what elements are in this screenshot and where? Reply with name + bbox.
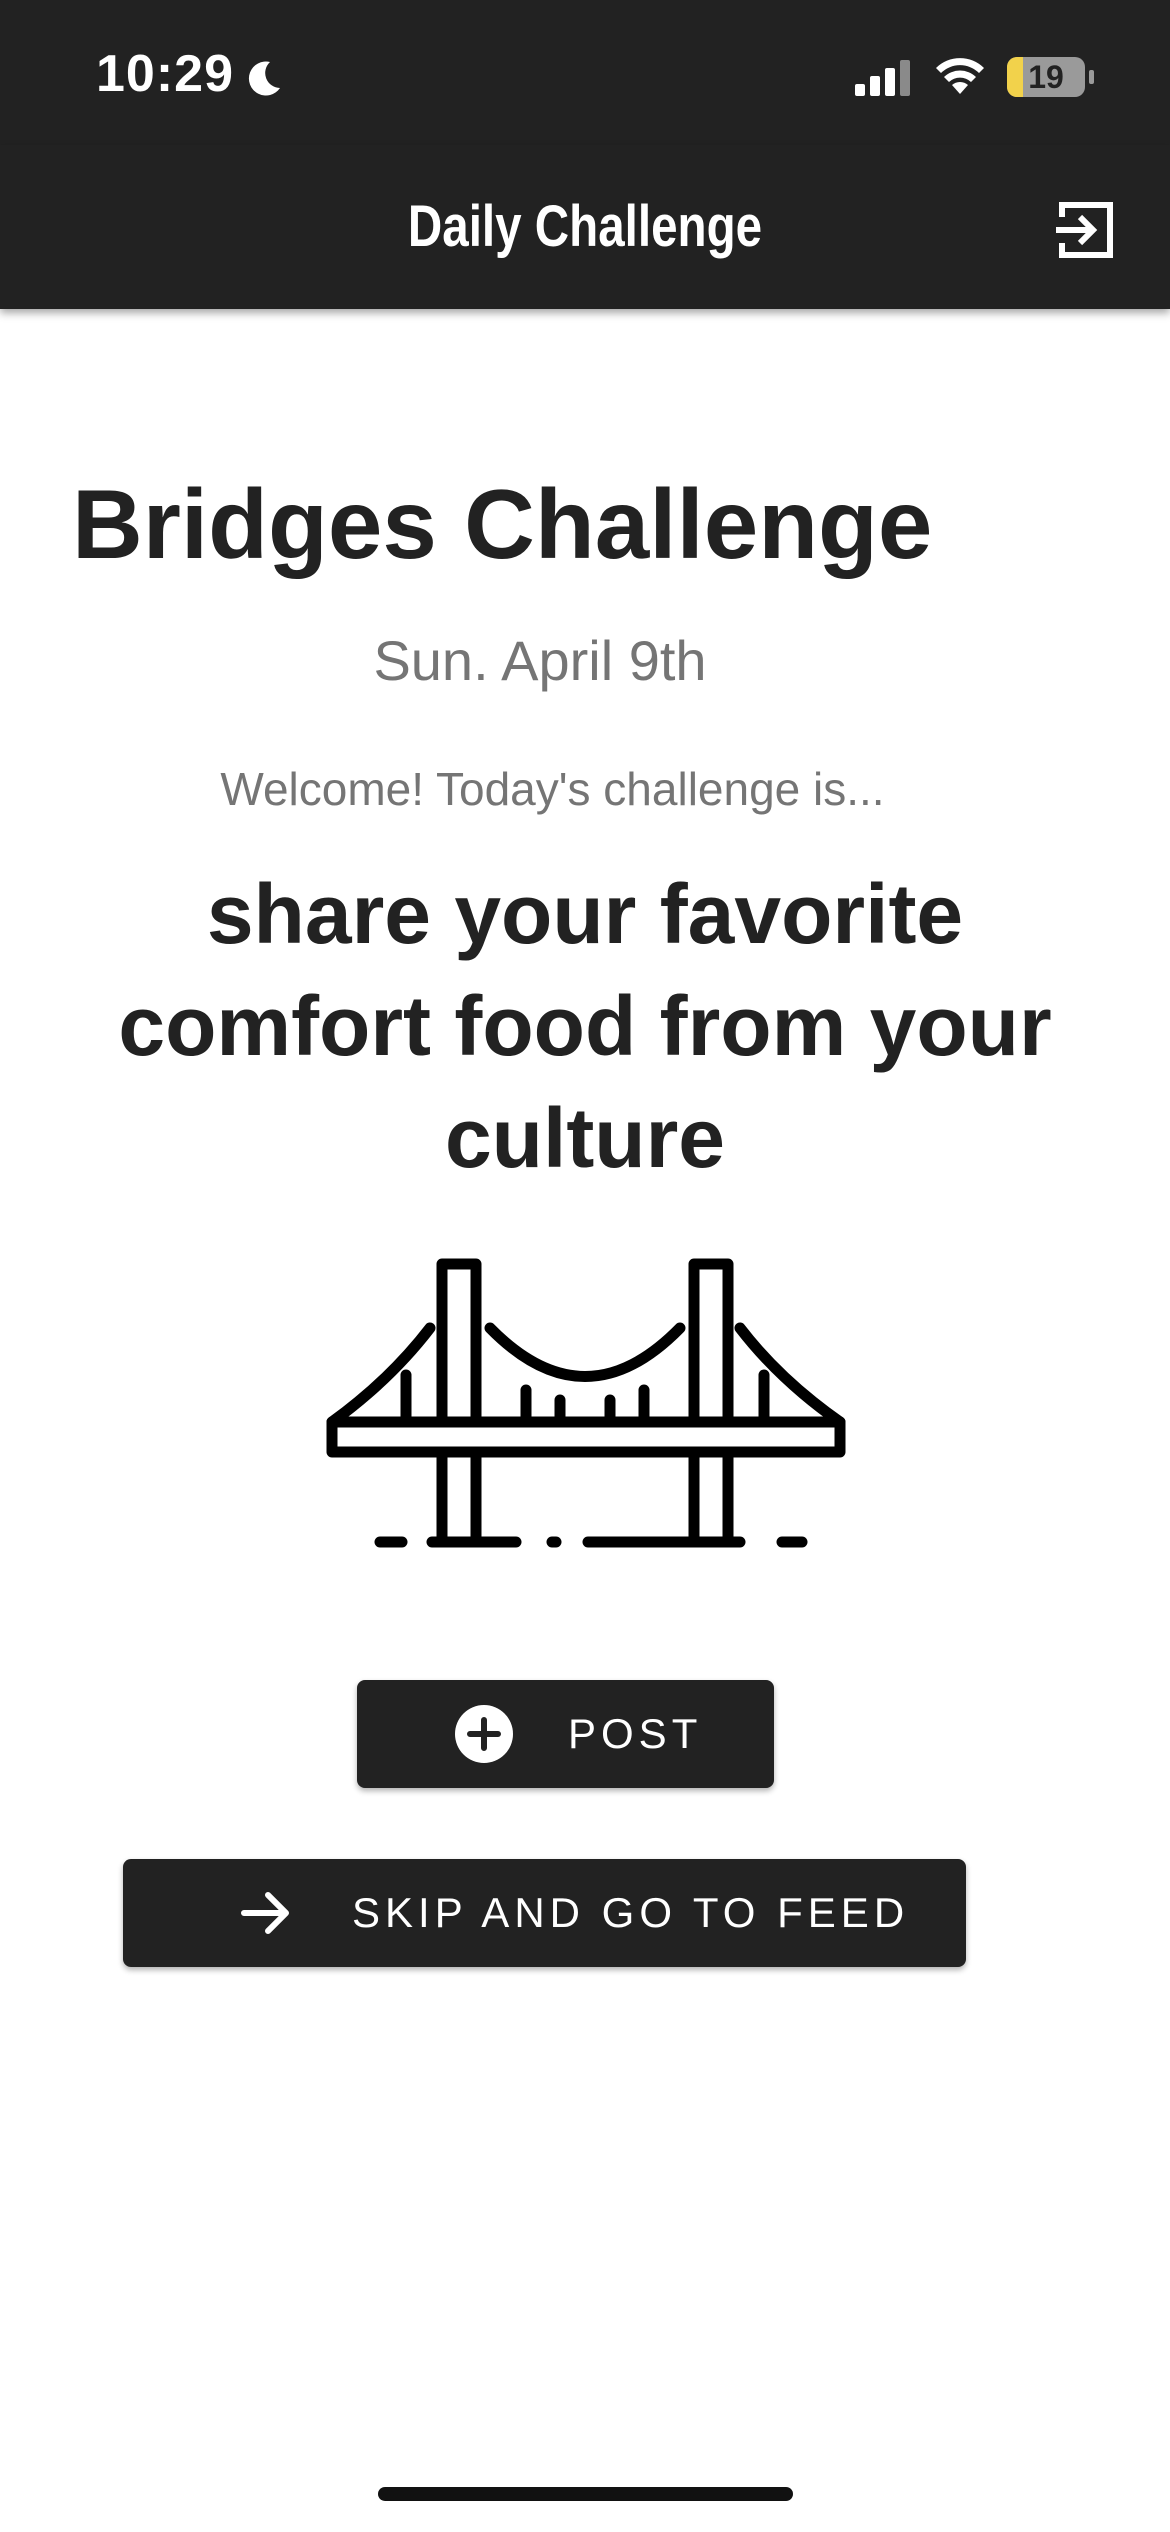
challenge-date: Sun. April 9th <box>373 629 707 692</box>
logout-button[interactable] <box>1048 193 1120 265</box>
challenge-prompt: share your favorite comfort food from yo… <box>118 867 1052 1185</box>
signal-icon <box>855 60 910 96</box>
status-time: 10:29 <box>96 45 234 103</box>
status-bar: 10:29 19 <box>0 0 1170 145</box>
bridge-icon <box>326 1258 846 1548</box>
moon-icon <box>248 61 280 96</box>
challenge-title: Bridges Challenge <box>72 469 933 579</box>
logout-icon <box>1056 202 1113 258</box>
post-button-label: POST <box>568 1710 703 1757</box>
home-indicator[interactable] <box>378 2487 793 2501</box>
plus-circle-icon <box>455 1705 513 1763</box>
app-bar: Daily Challenge <box>0 145 1170 309</box>
battery-level: 19 <box>1028 59 1064 95</box>
skip-button-label: SKIP AND GO TO FEED <box>352 1889 910 1936</box>
wifi-icon <box>936 58 984 94</box>
skip-to-feed-button[interactable]: SKIP AND GO TO FEED <box>123 1859 966 1967</box>
page-title: Daily Challenge <box>407 194 763 259</box>
post-button[interactable]: POST <box>357 1680 774 1788</box>
welcome-text: Welcome! Today's challenge is... <box>220 763 885 815</box>
arrow-right-icon <box>241 1892 289 1934</box>
